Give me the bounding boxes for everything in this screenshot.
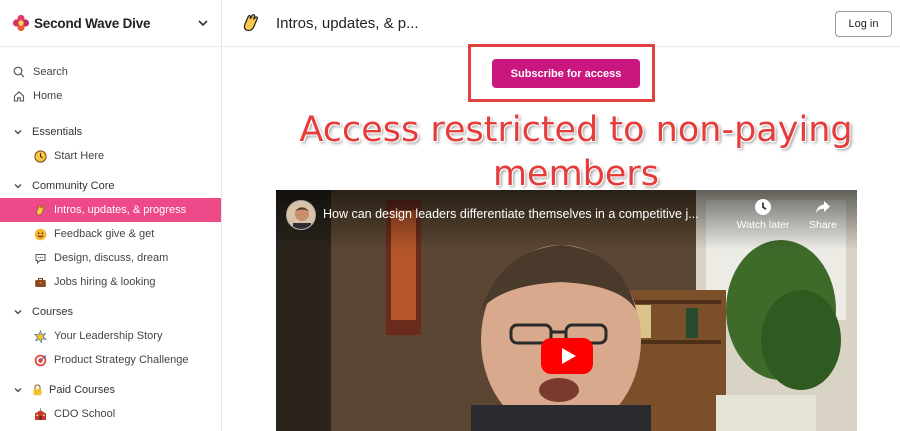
section-label: Essentials	[32, 126, 83, 138]
sidebar-item-label: Jobs hiring & looking	[54, 276, 156, 288]
sidebar-item-home[interactable]: Home	[0, 84, 221, 108]
youtube-play-icon[interactable]	[541, 338, 593, 374]
clock-icon	[755, 199, 771, 215]
share-label: Share	[808, 219, 838, 231]
clock-icon	[33, 149, 47, 163]
sidebar-item-leadership-story[interactable]: Your Leadership Story	[0, 324, 221, 348]
sidebar-item-cdo-school[interactable]: CDO School	[0, 402, 221, 426]
briefcase-icon	[33, 275, 47, 289]
sidebar: Second Wave Dive Search Home Essentials	[0, 0, 222, 431]
lock-icon	[32, 384, 44, 396]
watch-later-button[interactable]: Watch later	[733, 198, 793, 231]
sidebar-item-label: Search	[33, 66, 68, 78]
chevron-down-icon	[14, 388, 22, 393]
section-label: Courses	[32, 306, 73, 318]
login-button[interactable]: Log in	[835, 11, 892, 37]
sidebar-item-jobs[interactable]: Jobs hiring & looking	[0, 270, 221, 294]
section-community-core[interactable]: Community Core	[0, 174, 221, 198]
sidebar-item-search[interactable]: Search	[0, 60, 221, 84]
access-restricted-annotation: Access restricted to non-paying members	[299, 110, 853, 194]
waving-hand-icon	[243, 14, 259, 32]
school-icon	[33, 407, 47, 421]
section-label: Paid Courses	[49, 384, 116, 396]
sidebar-item-product-strategy[interactable]: Product Strategy Challenge	[0, 348, 221, 372]
brand-name: Second Wave Dive	[34, 15, 151, 31]
sidebar-item-label: Product Strategy Challenge	[54, 354, 189, 366]
section-paid-courses[interactable]: Paid Courses	[0, 378, 221, 402]
target-icon	[33, 353, 47, 367]
waving-hand-icon	[33, 203, 47, 217]
watch-later-label: Watch later	[736, 219, 790, 231]
page-title: Intros, updates, & p...	[276, 15, 419, 32]
speech-bubble-icon	[33, 251, 47, 265]
sidebar-item-label: Feedback give & get	[54, 228, 155, 240]
brand-header[interactable]: Second Wave Dive	[0, 0, 221, 47]
brand-logo-icon	[12, 14, 30, 32]
sidebar-item-label: Design, discuss, dream	[54, 252, 169, 264]
sidebar-item-label: Start Here	[54, 150, 105, 162]
section-essentials[interactable]: Essentials	[0, 120, 221, 144]
page-header: Intros, updates, & p... Log in	[222, 0, 900, 47]
smiley-icon	[33, 227, 47, 241]
chevron-down-icon[interactable]	[196, 16, 210, 30]
section-label: Community Core	[32, 180, 115, 192]
sidebar-item-label: Intros, updates, & progress	[54, 204, 187, 216]
search-icon	[12, 65, 26, 79]
chevron-down-icon	[14, 130, 22, 135]
sidebar-item-label: Your Leadership Story	[54, 330, 163, 342]
sidebar-item-design-discuss[interactable]: Design, discuss, dream	[0, 246, 221, 270]
sidebar-item-feedback[interactable]: Feedback give & get	[0, 222, 221, 246]
chevron-down-icon	[14, 184, 22, 189]
channel-avatar[interactable]	[286, 200, 316, 230]
sidebar-item-label: Home	[33, 90, 63, 102]
share-icon	[816, 201, 830, 213]
video-player[interactable]: How can design leaders differentiate the…	[276, 190, 857, 431]
video-title[interactable]: How can design leaders differentiate the…	[323, 207, 718, 221]
subscribe-button[interactable]: Subscribe for access	[492, 59, 640, 88]
sidebar-item-label: CDO School	[54, 408, 116, 420]
home-icon	[12, 89, 26, 103]
chevron-down-icon	[14, 310, 22, 315]
sidebar-item-intros[interactable]: Intros, updates, & progress	[0, 198, 221, 222]
share-button[interactable]: Share	[793, 198, 853, 231]
section-courses[interactable]: Courses	[0, 300, 221, 324]
star-burst-icon	[33, 329, 47, 343]
sidebar-item-start-here[interactable]: Start Here	[0, 144, 221, 168]
